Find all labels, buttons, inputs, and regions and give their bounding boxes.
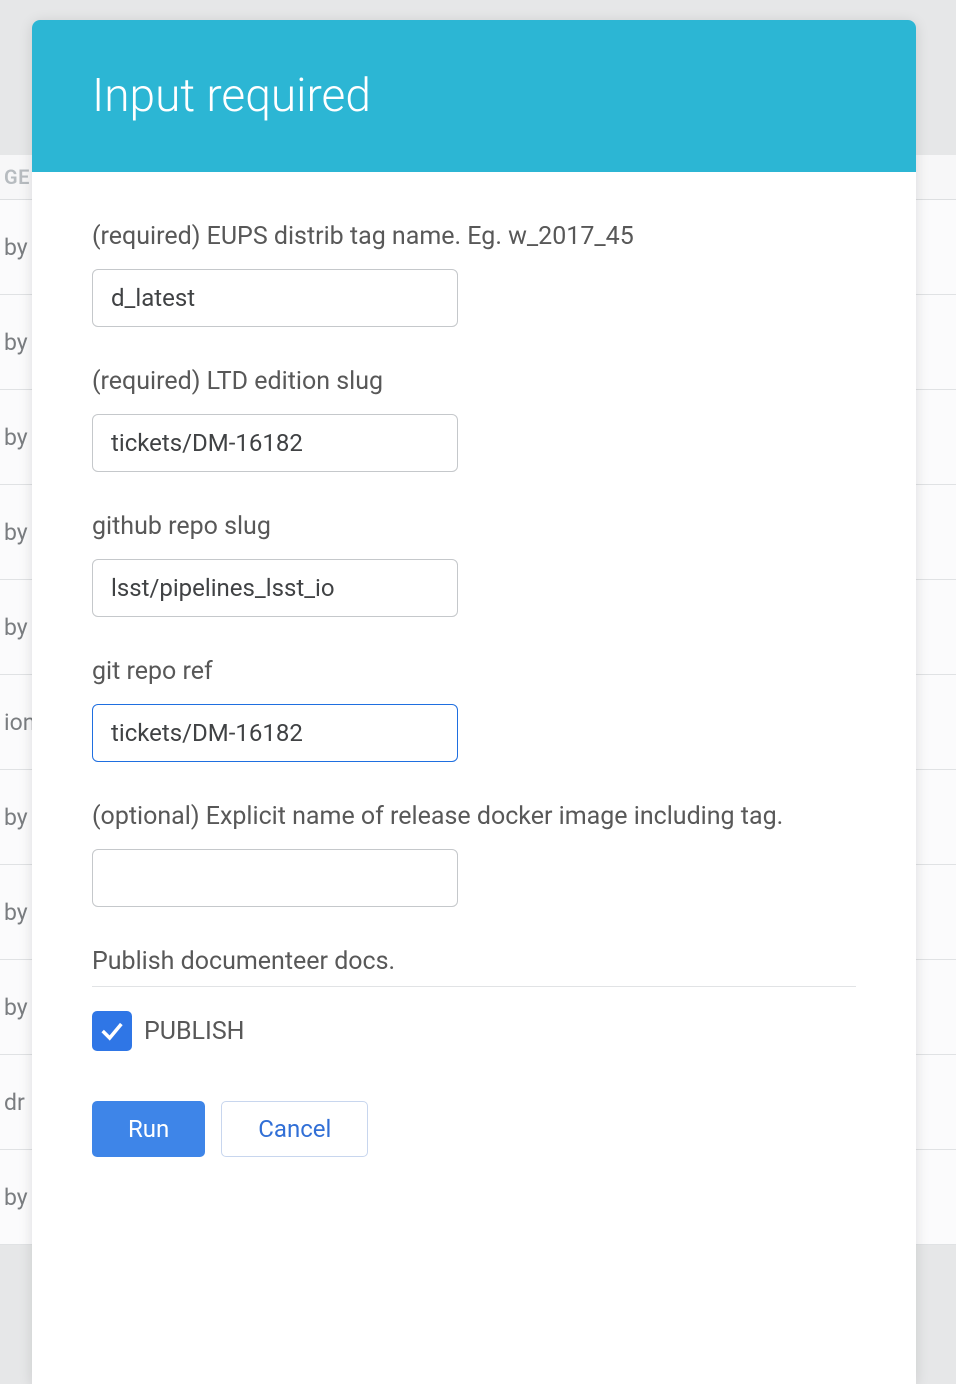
field-label: github repo slug	[92, 512, 856, 541]
ltd-slug-input[interactable]	[92, 414, 458, 472]
bg-header-text: GE	[4, 165, 30, 189]
input-required-modal: Input required (required) EUPS distrib t…	[32, 20, 916, 1384]
run-button[interactable]: Run	[92, 1101, 205, 1157]
publish-checkbox-label: PUBLISH	[144, 1017, 245, 1046]
field-eups-tag: (required) EUPS distrib tag name. Eg. w_…	[92, 222, 856, 327]
field-docker-image: (optional) Explicit name of release dock…	[92, 802, 856, 907]
github-repo-input[interactable]	[92, 559, 458, 617]
field-label: Publish documenteer docs.	[92, 947, 856, 976]
docker-image-input[interactable]	[92, 849, 458, 907]
field-label: (required) LTD edition slug	[92, 367, 856, 396]
field-publish-section: Publish documenteer docs. PUBLISH	[92, 947, 856, 1051]
modal-body: (required) EUPS distrib tag name. Eg. w_…	[32, 172, 916, 1384]
eups-tag-input[interactable]	[92, 269, 458, 327]
field-github-repo: github repo slug	[92, 512, 856, 617]
field-label: (optional) Explicit name of release dock…	[92, 802, 856, 831]
git-ref-input[interactable]	[92, 704, 458, 762]
field-label: (required) EUPS distrib tag name. Eg. w_…	[92, 222, 856, 251]
publish-checkbox-row[interactable]: PUBLISH	[92, 1011, 856, 1051]
cancel-button[interactable]: Cancel	[221, 1101, 368, 1157]
field-ltd-slug: (required) LTD edition slug	[92, 367, 856, 472]
field-git-ref: git repo ref	[92, 657, 856, 762]
field-label: git repo ref	[92, 657, 856, 686]
modal-title: Input required	[92, 69, 371, 123]
modal-header: Input required	[32, 20, 916, 172]
divider	[92, 986, 856, 987]
publish-checkbox[interactable]	[92, 1011, 132, 1051]
check-icon	[98, 1017, 126, 1045]
modal-actions: Run Cancel	[92, 1101, 856, 1157]
